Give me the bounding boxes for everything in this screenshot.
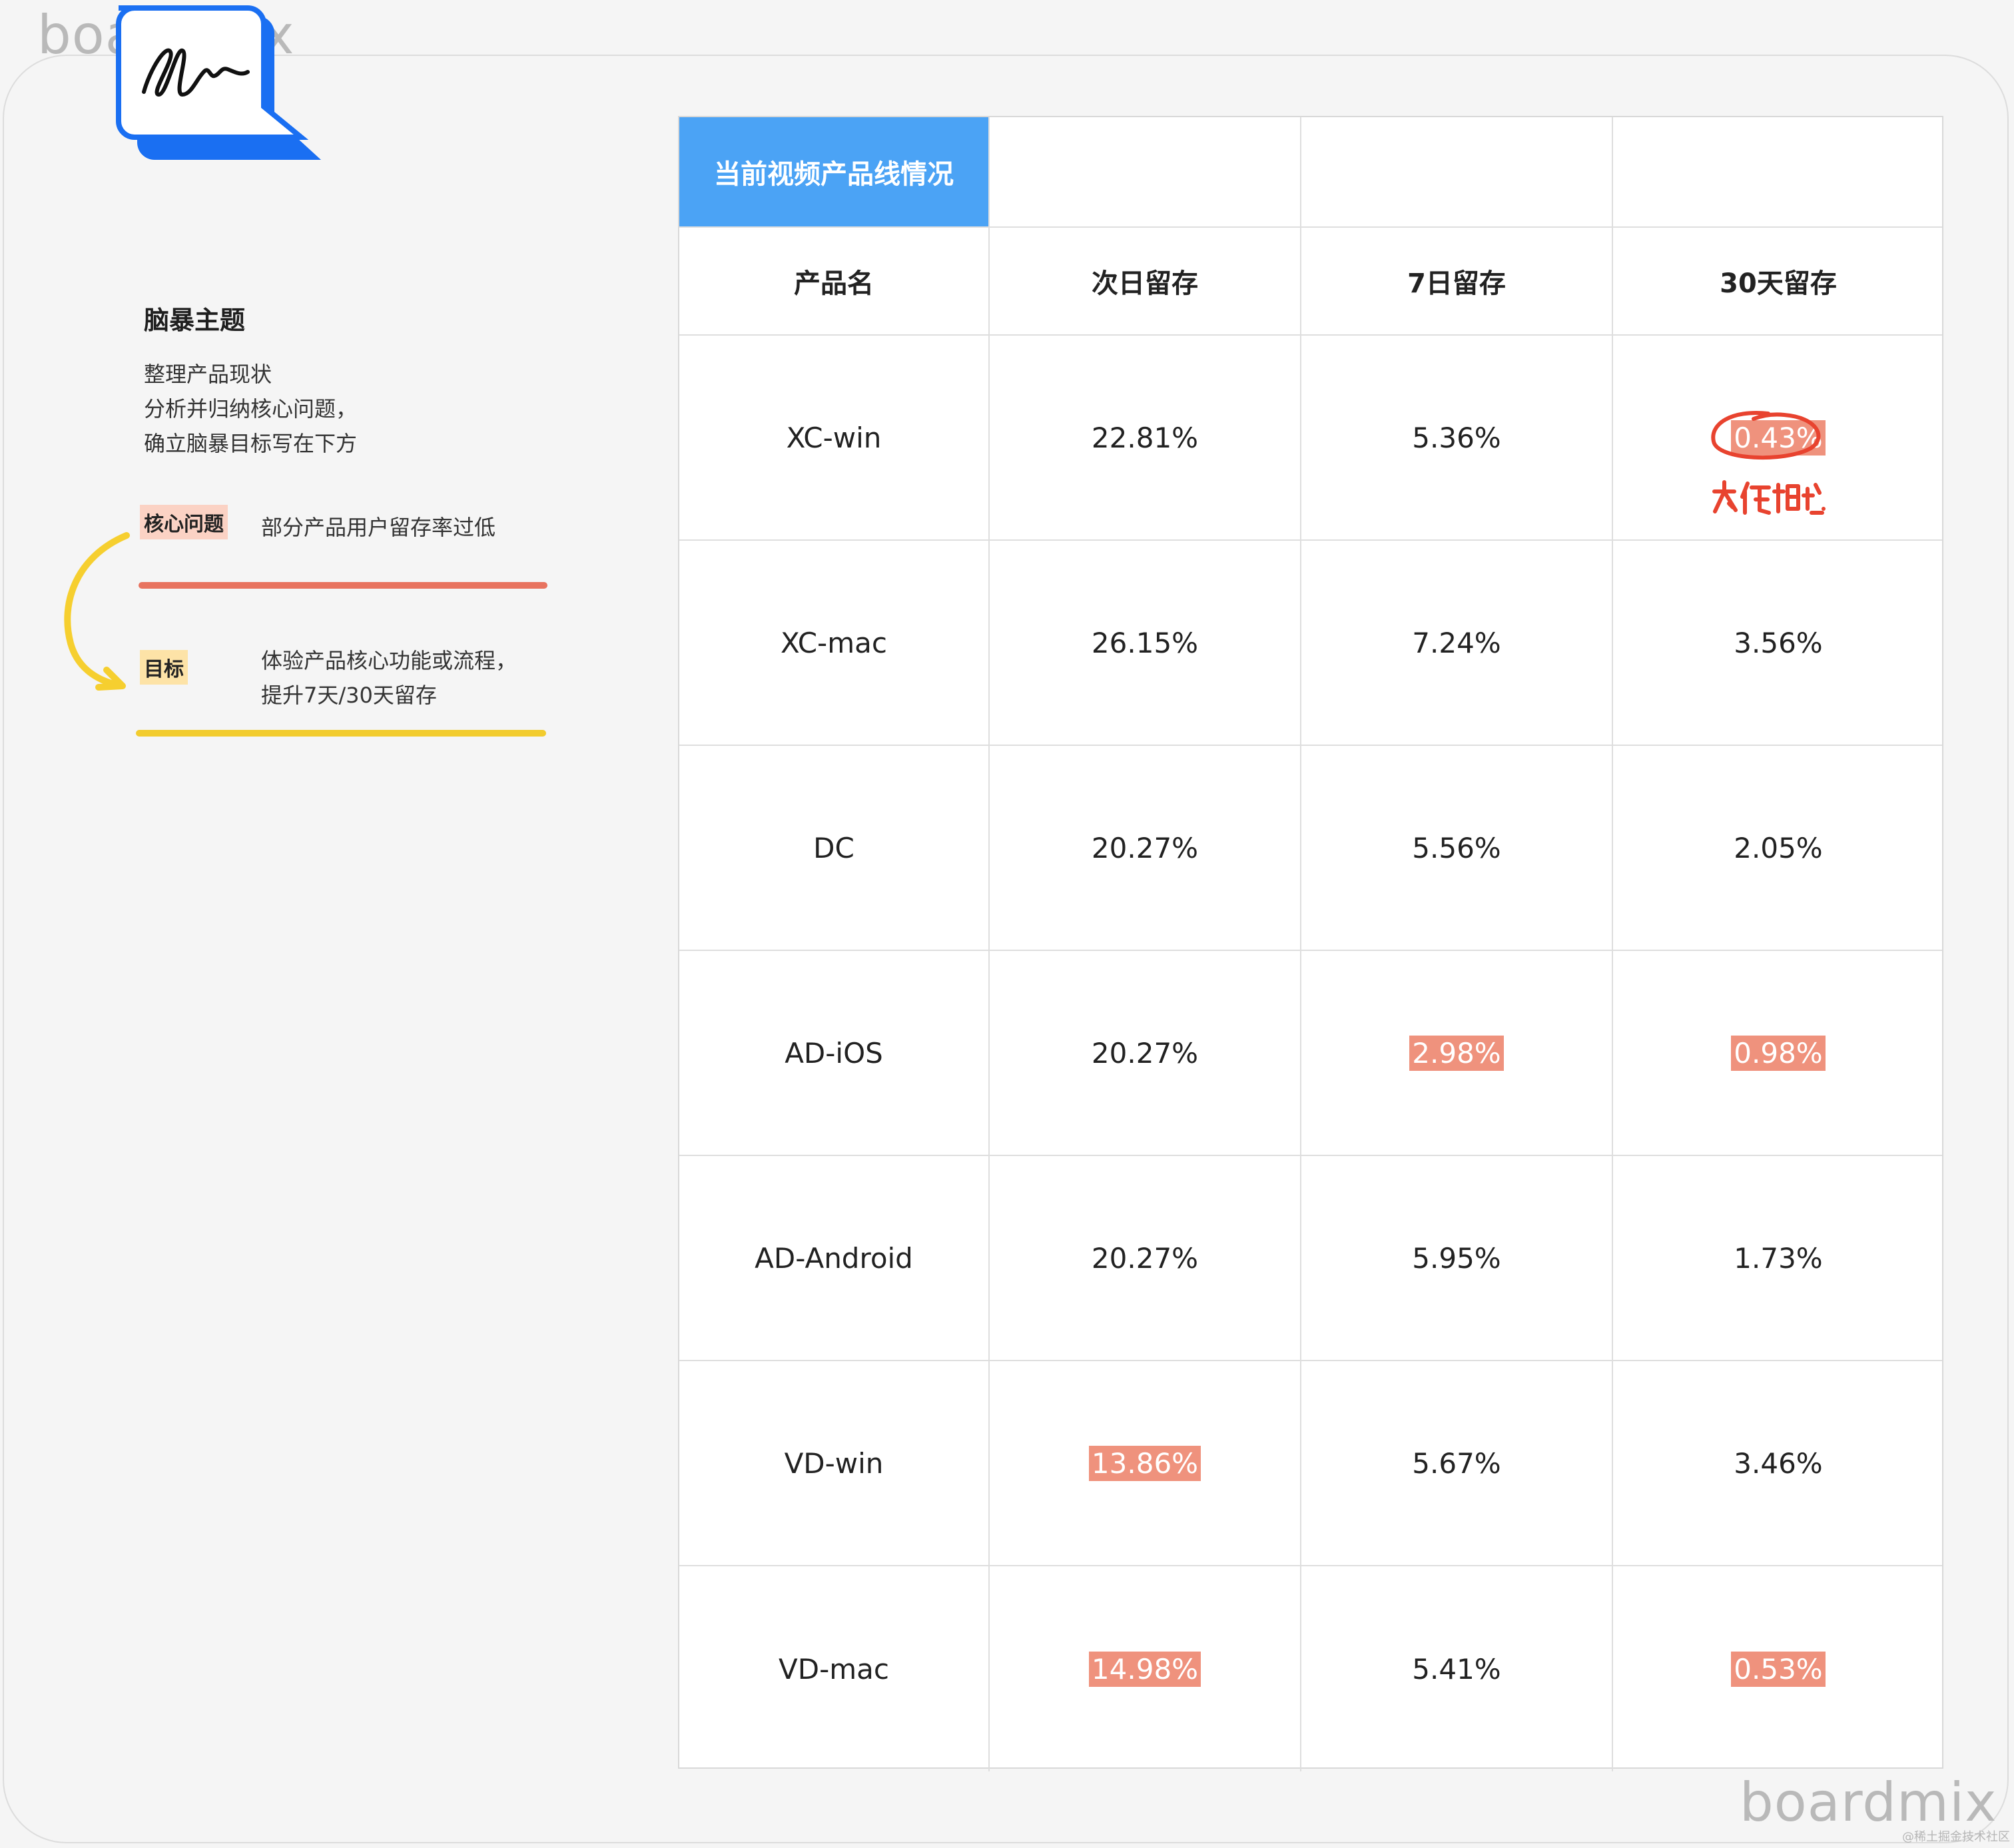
cell-value: 26.15%: [1091, 626, 1199, 659]
column-header: 次日留存: [990, 228, 1301, 334]
day7-retention-cell: 2.98%: [1301, 951, 1613, 1155]
footer-credit: @稀土掘金技术社区: [1902, 1830, 2010, 1844]
goal-tag: 目标: [140, 650, 188, 685]
day7-retention-cell: 5.41%: [1301, 1566, 1613, 1771]
next-day-retention-cell: 20.27%: [990, 951, 1301, 1155]
cell-value: 5.36%: [1412, 421, 1501, 454]
cell-value: 3.46%: [1734, 1446, 1823, 1480]
cell-value: XC-mac: [781, 626, 887, 659]
cell-value: 20.27%: [1091, 1036, 1199, 1070]
curved-arrow-icon: [64, 532, 130, 691]
annotated-value: 0.43%: [1711, 410, 1826, 460]
next-day-retention-cell: 20.27%: [990, 746, 1301, 950]
next-day-retention-cell: 20.27%: [990, 1156, 1301, 1360]
column-header: 30天留存: [1720, 268, 1837, 299]
description-line: 分析并归纳核心问题，: [144, 396, 358, 422]
goal-line: 体验产品核心功能或流程，: [261, 648, 517, 673]
goal-text: 体验产品核心功能或流程， 提升7天/30天留存: [261, 643, 517, 713]
cell-value: 5.41%: [1412, 1652, 1501, 1686]
goal-underline: [136, 730, 546, 737]
product-name-cell: AD-Android: [679, 1156, 990, 1360]
cell-value: 1.73%: [1734, 1241, 1823, 1275]
cell-value: VD-win: [784, 1446, 884, 1480]
cell-value: AD-iOS: [785, 1036, 883, 1070]
product-name-cell: XC-mac: [679, 541, 990, 745]
day30-retention-cell: 3.56%: [1613, 541, 1943, 745]
table-header-row: 产品名 次日留存 7日留存 30天留存: [679, 228, 1942, 336]
description-line: 确立脑暴目标写在下方: [144, 431, 358, 456]
table-row: AD-iOS 20.27% 2.98% 0.98%: [679, 951, 1942, 1156]
cell-value: 22.81%: [1091, 421, 1199, 454]
cell-value: 20.27%: [1091, 831, 1199, 864]
product-name-cell: XC-win: [679, 336, 990, 539]
table-row: DC 20.27% 5.56% 2.05%: [679, 746, 1942, 951]
day7-retention-cell: 5.67%: [1301, 1361, 1613, 1565]
brainstorm-title: 脑暴主题: [144, 306, 246, 335]
brainstorm-description: 整理产品现状 分析并归纳核心问题， 确立脑暴目标写在下方: [144, 357, 357, 461]
product-name-cell: DC: [679, 746, 990, 950]
column-header: 7日留存: [1301, 228, 1613, 334]
product-name-cell: AD-iOS: [679, 951, 990, 1155]
day30-retention-cell: 0.53%: [1613, 1566, 1943, 1771]
next-day-retention-cell: 13.86%: [990, 1361, 1301, 1565]
core-problem-tag: 核心问题: [140, 505, 228, 539]
cell-value: VD-mac: [779, 1652, 889, 1686]
highlighted-value: 13.86%: [1088, 1445, 1201, 1481]
day7-retention-cell: 5.95%: [1301, 1156, 1613, 1360]
empty-cell: [1613, 117, 1943, 226]
core-problem-underline: [139, 582, 547, 589]
product-name-cell: VD-mac: [679, 1566, 990, 1771]
cell-value: 5.95%: [1412, 1241, 1501, 1275]
product-name-cell: VD-win: [679, 1361, 990, 1565]
goal-line: 提升7天/30天留存: [261, 683, 437, 708]
cell-value: 20.27%: [1091, 1241, 1199, 1275]
table-row: VD-win 13.86% 5.67% 3.46%: [679, 1361, 1942, 1566]
retention-table: 当前视频产品线情况 产品名 次日留存 7日留存 30天留存 XC-win 22.8…: [678, 116, 1943, 1771]
next-day-retention-cell: 14.98%: [990, 1566, 1301, 1771]
table-title-cell: 当前视频产品线情况: [679, 117, 990, 226]
highlighted-value: 0.98%: [1731, 1035, 1826, 1071]
highlighted-value: 0.53%: [1731, 1651, 1826, 1687]
cell-value: 5.67%: [1412, 1446, 1501, 1480]
highlighted-value: 0.43%: [1731, 420, 1826, 456]
cell-value: AD-Android: [755, 1241, 913, 1275]
day7-retention-cell: 5.36%: [1301, 336, 1613, 539]
watermark-bottom: boardmix: [1740, 1771, 1997, 1833]
highlighted-value: 14.98%: [1088, 1651, 1201, 1687]
highlighted-value: 2.98%: [1409, 1035, 1504, 1071]
table-row: AD-Android 20.27% 5.95% 1.73%: [679, 1156, 1942, 1361]
cell-value: 3.56%: [1734, 626, 1823, 659]
next-day-retention-cell: 22.81%: [990, 336, 1301, 539]
cell-value: DC: [813, 831, 854, 864]
day30-retention-cell: 1.73%: [1613, 1156, 1943, 1360]
next-day-retention-cell: 26.15%: [990, 541, 1301, 745]
empty-cell: [990, 117, 1301, 226]
description-line: 整理产品现状: [144, 362, 272, 387]
day7-retention-cell: 7.24%: [1301, 541, 1613, 745]
core-problem-text: 部分产品用户留存率过低: [261, 515, 496, 540]
empty-cell: [1301, 117, 1613, 226]
column-header: 产品名: [679, 228, 990, 334]
day7-retention-cell: 5.56%: [1301, 746, 1613, 950]
cell-value: XC-win: [786, 421, 882, 454]
day30-retention-cell: 3.46%: [1613, 1361, 1943, 1565]
app-logo-icon: [116, 5, 321, 160]
handwritten-note-icon: [1712, 480, 1826, 515]
cell-value: 5.56%: [1412, 831, 1501, 864]
table-title-row: 当前视频产品线情况: [679, 117, 1942, 228]
day30-retention-cell: 0.98%: [1613, 951, 1943, 1155]
day30-retention-cell: 2.05%: [1613, 746, 1943, 950]
cell-value: 2.05%: [1734, 831, 1823, 864]
table-row: XC-mac 26.15% 7.24% 3.56%: [679, 541, 1942, 746]
table-row: VD-mac 14.98% 5.41% 0.53%: [679, 1566, 1942, 1771]
cell-value: 7.24%: [1412, 626, 1501, 659]
